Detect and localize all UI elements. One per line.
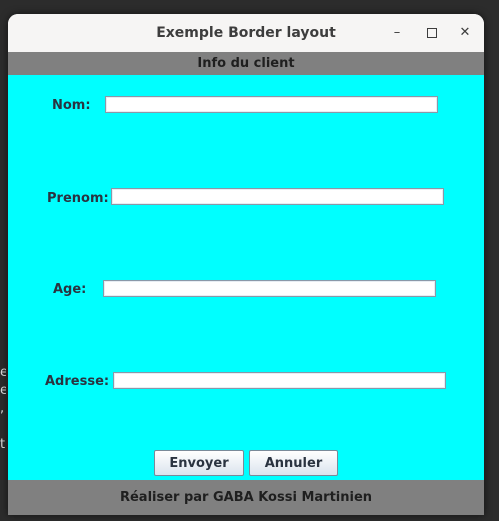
prenom-label: Prenom: <box>47 191 109 206</box>
age-label: Age: <box>53 282 87 297</box>
send-button[interactable]: Envoyer <box>154 450 244 476</box>
cancel-button[interactable]: Annuler <box>249 450 338 476</box>
adresse-input[interactable] <box>113 372 446 389</box>
close-icon: ✕ <box>459 25 471 40</box>
maximize-button[interactable] <box>422 23 442 43</box>
maximize-icon <box>427 27 437 38</box>
nom-input[interactable] <box>105 96 438 113</box>
background-window-fragment: ee,t <box>0 365 6 452</box>
prenom-input[interactable] <box>111 188 444 205</box>
title-bar[interactable]: Exemple Border layout – ✕ <box>8 14 484 52</box>
minimize-icon: – <box>393 25 401 40</box>
window-title: Exemple Border layout <box>156 25 336 41</box>
desktop: ee,t Exemple Border layout – ✕ Info du c… <box>0 0 499 521</box>
form-panel: Nom: Prenom: Age: Adresse: Envoyer Annul… <box>8 75 484 480</box>
adresse-label: Adresse: <box>45 374 110 389</box>
close-button[interactable]: ✕ <box>455 23 475 43</box>
nom-label: Nom: <box>52 98 91 113</box>
app-window: Exemple Border layout – ✕ Info du client… <box>8 14 484 515</box>
footer-panel: Réaliser par GABA Kossi Martinien <box>8 480 484 515</box>
header-label: Info du client <box>197 56 295 71</box>
footer-label: Réaliser par GABA Kossi Martinien <box>119 490 373 505</box>
header-panel: Info du client <box>8 52 484 75</box>
minimize-button[interactable]: – <box>387 23 407 43</box>
age-input[interactable] <box>103 280 436 297</box>
